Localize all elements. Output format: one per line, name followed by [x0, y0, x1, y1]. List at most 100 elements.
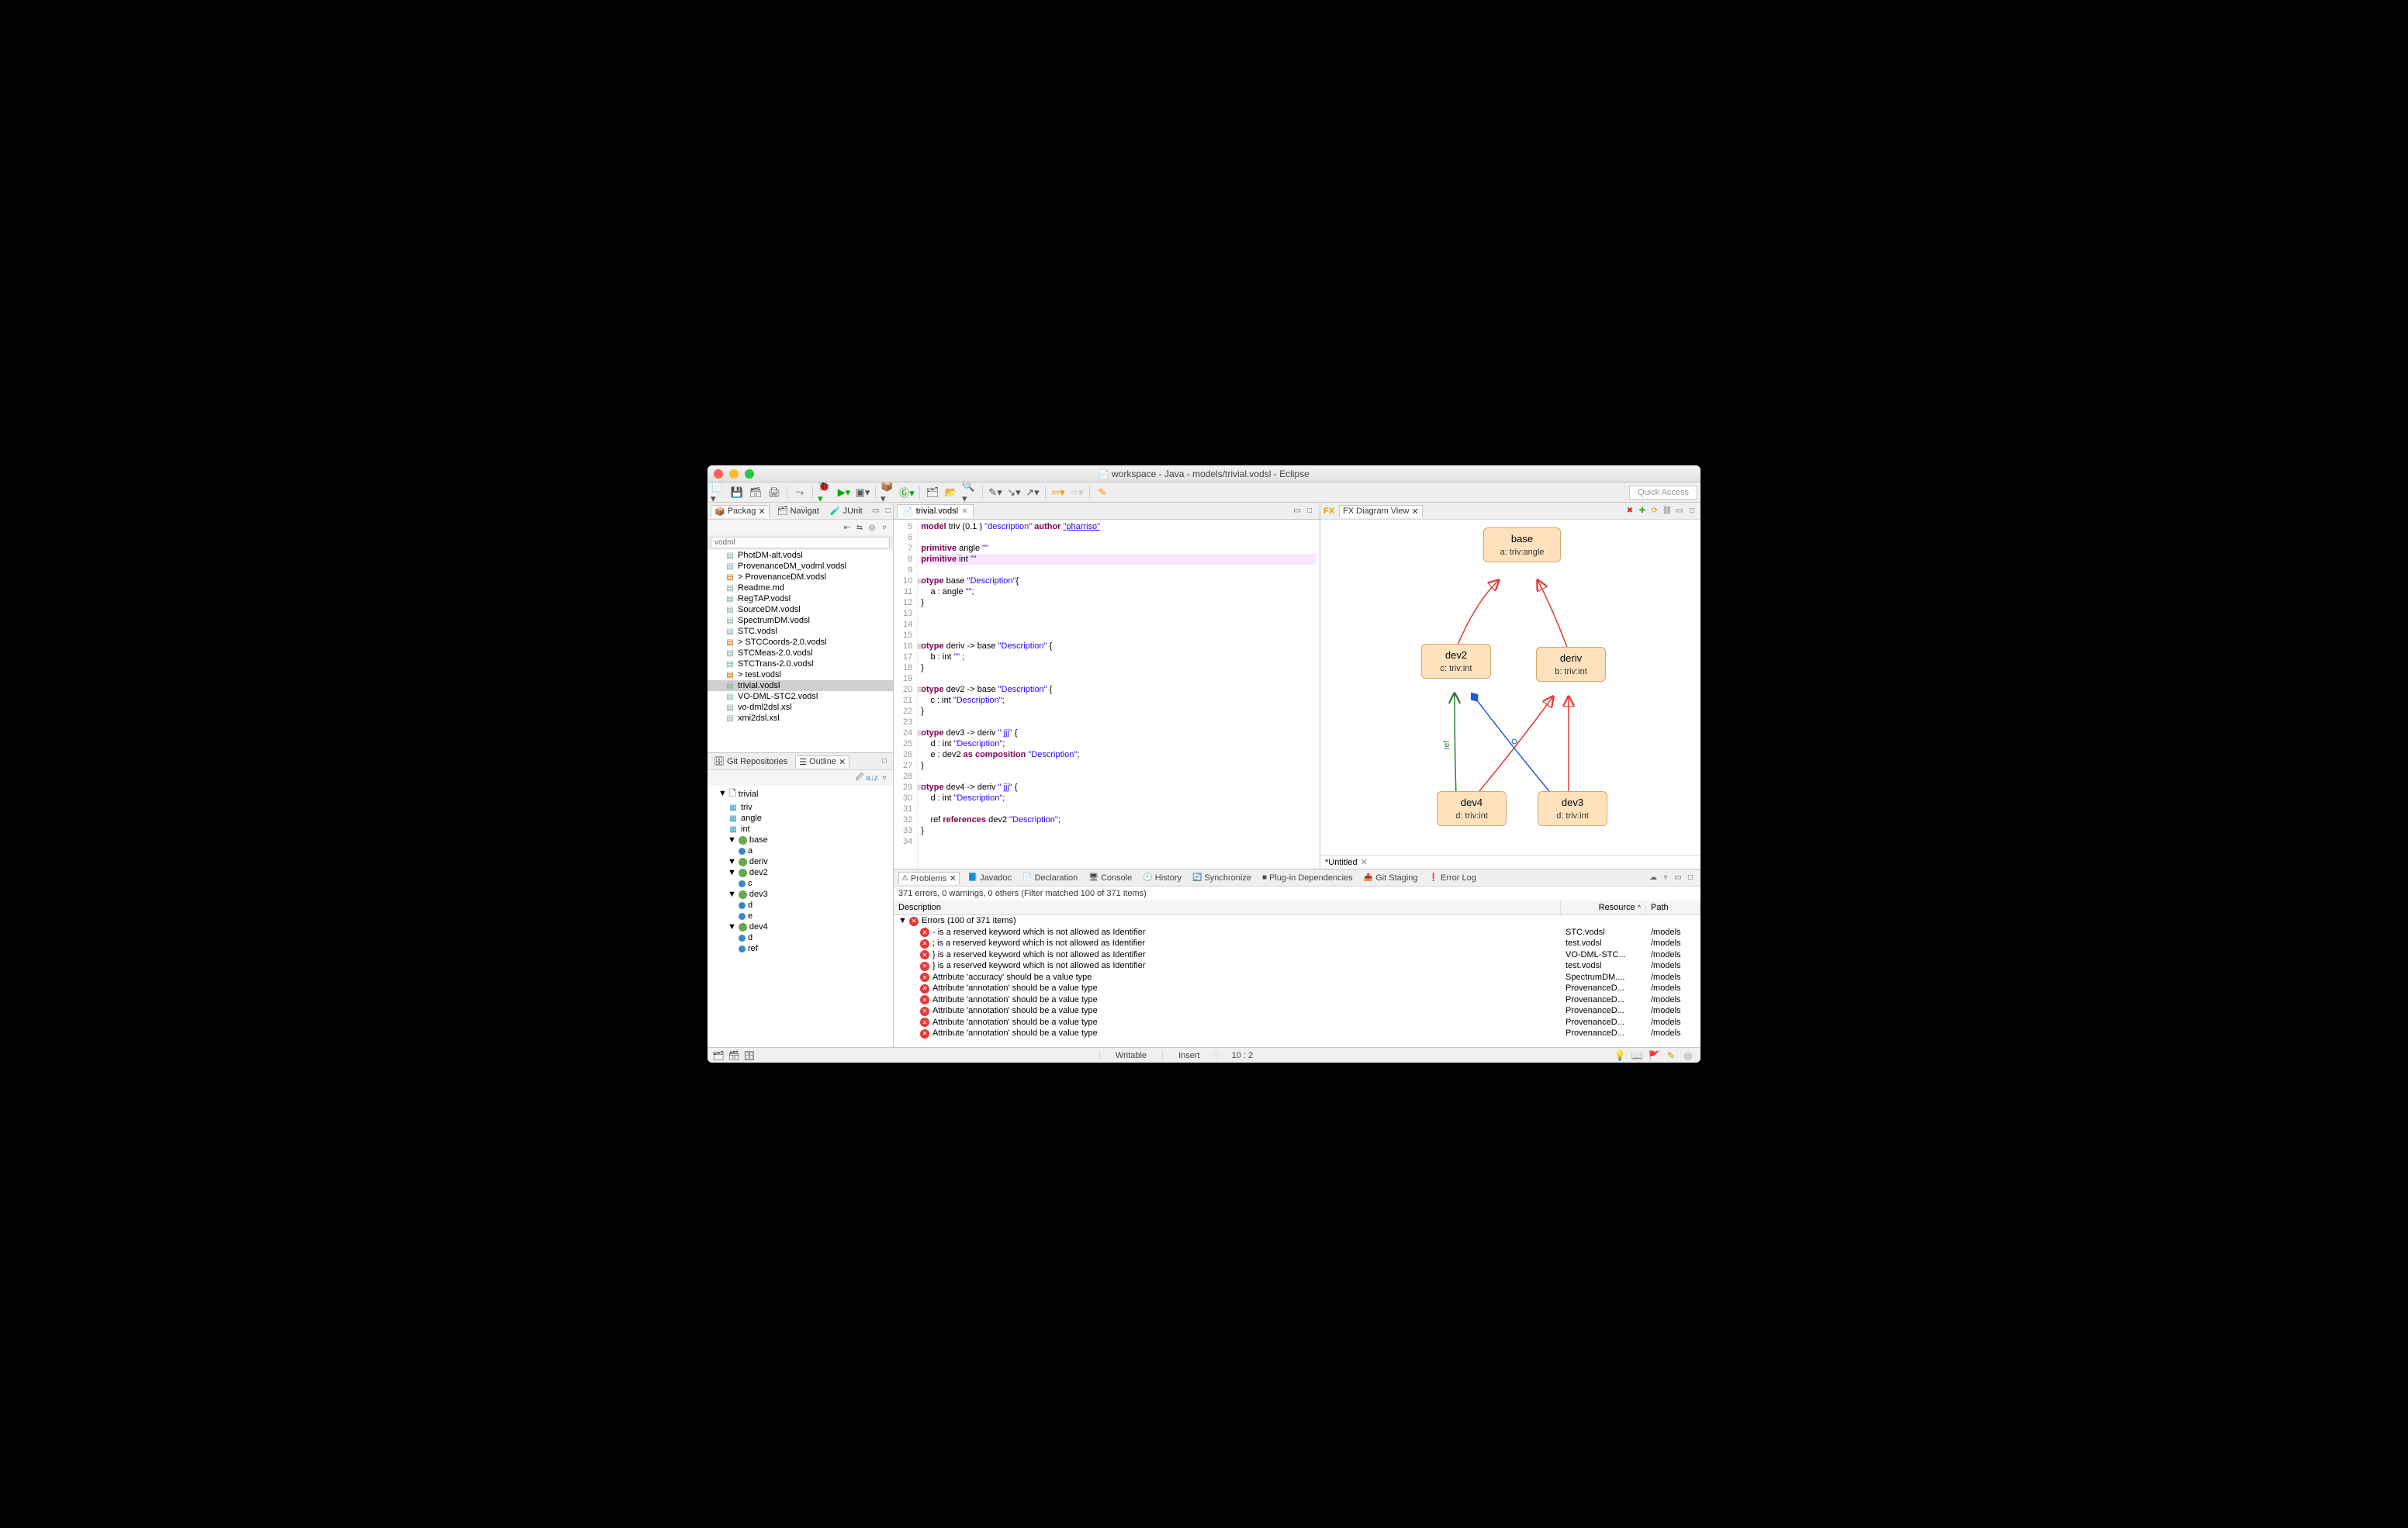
tab-navigator[interactable]: 🗂 Navigat — [774, 505, 822, 517]
tab-git-repositories[interactable]: 🗄 Git Repositories — [711, 755, 791, 767]
package-tree-item[interactable]: ▤PhotDM-alt.vodsl — [708, 550, 893, 561]
problem-row[interactable]: ✕; is a reserved keyword which is not al… — [894, 938, 1700, 949]
diagram-link-icon[interactable]: ⛓ — [1662, 506, 1673, 517]
diagram-refresh-icon[interactable]: ⟳ — [1649, 506, 1660, 517]
collapse-all-icon[interactable]: ⇤ — [842, 522, 853, 533]
close-icon[interactable]: ✕ — [961, 507, 967, 516]
status-edit-icon[interactable]: ✎ — [1665, 1049, 1677, 1062]
diagram-doc-tab[interactable]: *Untitled✕ — [1320, 855, 1700, 869]
problem-row[interactable]: ✕Attribute 'annotation' should be a valu… — [894, 983, 1700, 994]
editor-maximize-icon[interactable]: □ — [1304, 506, 1315, 517]
code-editor[interactable]: 5678910111213141516171819202122232425262… — [894, 520, 1320, 869]
save-icon[interactable]: 💾 — [729, 485, 745, 500]
problems-minimize-icon[interactable]: ▭ — [1673, 873, 1683, 883]
bottom-tab-git-staging[interactable]: 📤 Git Staging — [1361, 873, 1420, 883]
status-overview-icon[interactable]: ◎ — [1682, 1049, 1694, 1062]
new-icon[interactable]: 📄▾ — [711, 485, 726, 500]
diagram-delete-icon[interactable]: ✖ — [1624, 506, 1635, 517]
diagram-add-icon[interactable]: ✚ — [1637, 506, 1648, 517]
outline-maximize-icon[interactable]: □ — [879, 756, 890, 767]
package-tree-item[interactable]: ▤RegTAP.vodsl — [708, 593, 893, 604]
package-filter-input[interactable]: vodml — [711, 537, 890, 548]
focus-icon[interactable]: ◎ — [867, 522, 877, 533]
new-class-icon[interactable]: Ⓖ▾ — [899, 485, 915, 500]
view-menu-icon[interactable]: ▿ — [879, 522, 890, 533]
quick-access-input[interactable]: Quick Access — [1629, 486, 1697, 500]
outline-item[interactable]: e — [708, 911, 893, 921]
bottom-tab-synchronize[interactable]: 🔄 Synchronize — [1190, 873, 1254, 883]
package-tree-item[interactable]: ▤xmi2dsl.xsl — [708, 713, 893, 724]
bottom-tab-console[interactable]: 🖥 Console — [1086, 873, 1134, 883]
diagram-node-base[interactable]: basea: triv:angle — [1483, 527, 1561, 562]
package-tree-item[interactable]: ▤SourceDM.vodsl — [708, 604, 893, 615]
prev-annotation-icon[interactable]: ↗▾ — [1025, 485, 1040, 500]
outline-item[interactable]: ▦ triv — [708, 802, 893, 813]
editor-minimize-icon[interactable]: ▭ — [1292, 506, 1303, 517]
problem-row[interactable]: ✕} is a reserved keyword which is not al… — [894, 949, 1700, 961]
editor-tab-trivial[interactable]: 📄 trivial.vodsl ✕ — [897, 504, 974, 518]
package-tree-item[interactable]: ▤trivial.vodsl — [708, 680, 893, 691]
problem-row[interactable]: ✕Attribute 'annotation' should be a valu… — [894, 1028, 1700, 1039]
status-icon-2[interactable]: 🗃 — [728, 1049, 740, 1062]
outline-item[interactable]: d — [708, 900, 893, 911]
package-tree-item[interactable]: ▤> ProvenanceDM.vodsl — [708, 572, 893, 583]
package-tree-item[interactable]: ▤STCTrans-2.0.vodsl — [708, 659, 893, 669]
maximize-view-icon[interactable]: □ — [883, 506, 894, 517]
package-tree-item[interactable]: ▤Readme.md — [708, 583, 893, 593]
tab-diagram-view[interactable]: FX Diagram View ✕ — [1339, 505, 1423, 517]
problems-filter-icon[interactable]: ☁ — [1648, 873, 1659, 883]
package-tree-item[interactable]: ▤ProvenanceDM_vodml.vodsl — [708, 561, 893, 572]
outline-item[interactable]: ▦ int — [708, 824, 893, 835]
col-resource[interactable]: Resource ^ — [1561, 901, 1646, 914]
minimize-view-icon[interactable]: ▭ — [870, 506, 881, 517]
status-icon-1[interactable]: 🗂 — [712, 1049, 725, 1062]
close-window-button[interactable] — [714, 469, 723, 479]
pin-icon[interactable]: ✎ — [1095, 485, 1110, 500]
open-task-icon[interactable]: 📂 — [943, 485, 959, 500]
diagram-node-dev4[interactable]: dev4d: triv:int — [1437, 791, 1507, 826]
status-tip-icon[interactable]: 💡 — [1614, 1049, 1626, 1062]
bottom-tab-error-log[interactable]: ❗ Error Log — [1427, 873, 1479, 883]
col-path[interactable]: Path — [1646, 901, 1700, 914]
diagram-maximize-icon[interactable]: □ — [1687, 506, 1697, 517]
outline-item[interactable]: d — [708, 932, 893, 943]
problem-row[interactable]: ✕} is a reserved keyword which is not al… — [894, 960, 1700, 972]
skip-breakpoints-icon[interactable]: ⤳ — [792, 485, 808, 500]
problems-menu-icon[interactable]: ▿ — [1660, 873, 1671, 883]
outline-item[interactable]: ▼ dev4 — [708, 921, 893, 932]
diagram-node-deriv[interactable]: derivb: triv:int — [1536, 647, 1606, 682]
link-editor-icon[interactable]: ⇆ — [854, 522, 865, 533]
back-icon[interactable]: ⇦▾ — [1050, 485, 1066, 500]
package-tree-item[interactable]: ▤> STCCoords-2.0.vodsl — [708, 637, 893, 648]
package-tree-item[interactable]: ▤STCMeas-2.0.vodsl — [708, 648, 893, 659]
zoom-window-button[interactable] — [745, 469, 754, 479]
code-content[interactable]: model triv (0.1 ) "description" author "… — [918, 520, 1320, 869]
minimize-window-button[interactable] — [729, 469, 739, 479]
status-book-icon[interactable]: 📖 — [1631, 1049, 1643, 1062]
problems-maximize-icon[interactable]: □ — [1685, 873, 1696, 883]
tab-outline[interactable]: ☰ Outline ✕ — [795, 755, 849, 768]
outline-sort-icon[interactable]: a↓z — [867, 773, 877, 783]
tab-package-explorer[interactable]: 📦 Packag ✕ — [711, 505, 770, 517]
outline-item[interactable]: ref — [708, 943, 893, 954]
bottom-tab-history[interactable]: 🕘 History — [1140, 873, 1184, 883]
diagram-node-dev3[interactable]: dev3d: triv:int — [1538, 791, 1607, 826]
outline-item[interactable]: ▦ angle — [708, 813, 893, 824]
status-icon-3[interactable]: 🗄 — [743, 1049, 756, 1062]
package-explorer-tree[interactable]: ▤PhotDM-alt.vodsl▤ProvenanceDM_vodml.vod… — [708, 550, 893, 752]
toggle-mark-icon[interactable]: ✎▾ — [988, 485, 1003, 500]
problems-table[interactable]: Description Resource ^ Path ▼ ✕Errors (1… — [894, 901, 1700, 1047]
status-flag-icon[interactable]: 🚩 — [1648, 1049, 1660, 1062]
package-tree-item[interactable]: ▤SpectrumDM.vodsl — [708, 615, 893, 626]
package-tree-item[interactable]: ▤VO-DML-STC2.vodsl — [708, 691, 893, 702]
outline-item[interactable]: ▼ dev2 — [708, 867, 893, 878]
bottom-tab-javadoc[interactable]: 📘 Javadoc — [966, 873, 1014, 883]
problem-row[interactable]: ✕Attribute 'annotation' should be a valu… — [894, 994, 1700, 1006]
run-icon[interactable]: ▶▾ — [836, 485, 852, 500]
outline-item[interactable]: a — [708, 845, 893, 856]
diagram-minimize-icon[interactable]: ▭ — [1674, 506, 1685, 517]
outline-tree[interactable]: ▼ 🗋 trivial▦ triv▦ angle▦ int▼ base a▼ d… — [708, 786, 893, 1047]
problem-row[interactable]: ✕- is a reserved keyword which is not al… — [894, 927, 1700, 939]
outline-item[interactable]: ▼ base — [708, 835, 893, 845]
problem-row[interactable]: ✕Attribute 'accuracy' should be a value … — [894, 972, 1700, 984]
